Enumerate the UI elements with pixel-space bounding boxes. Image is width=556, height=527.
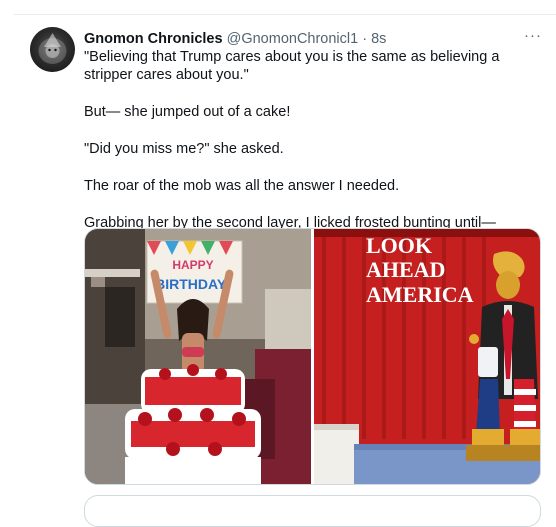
media-image-birthday-cake[interactable]: HAPPY BIRTHDAY! (85, 229, 311, 484)
more-options-icon[interactable]: ··· (520, 25, 546, 45)
tweet-media[interactable]: HAPPY BIRTHDAY! LOOK AHEAD AMERICA (84, 228, 541, 485)
user-handle[interactable]: @GnomonChronicl1 (227, 31, 359, 47)
display-name[interactable]: Gnomon Chronicles (84, 31, 223, 47)
gnome-avatar-icon (38, 33, 67, 64)
tweet-paragraph: But— she jumped out of a cake! (84, 104, 291, 120)
tweet-paragraph: "Did you miss me?" she asked. (84, 141, 284, 157)
top-divider (14, 14, 556, 15)
banner-line1: LOOK (366, 233, 432, 258)
tweet-paragraph: The roar of the mob was all the answer I… (84, 178, 400, 194)
sign-line1: HAPPY (172, 258, 213, 272)
tweet-timestamp[interactable]: 8s (371, 31, 386, 47)
tweet-header: Gnomon Chronicles @GnomonChronicl1 · 8s (84, 30, 386, 48)
tweet-text: "Believing that Trump cares about you is… (84, 48, 530, 251)
media-image-gold-statue[interactable]: LOOK AHEAD AMERICA (314, 229, 540, 484)
banner-line2: AHEAD (366, 257, 445, 282)
link-preview-card[interactable] (84, 495, 541, 527)
avatar[interactable] (30, 27, 75, 72)
header-separator: · (362, 31, 368, 47)
banner-line3: AMERICA (366, 282, 474, 307)
sign-line2: BIRTHDAY! (155, 276, 231, 292)
tweet-paragraph: "Believing that Trump cares about you is… (84, 49, 500, 83)
